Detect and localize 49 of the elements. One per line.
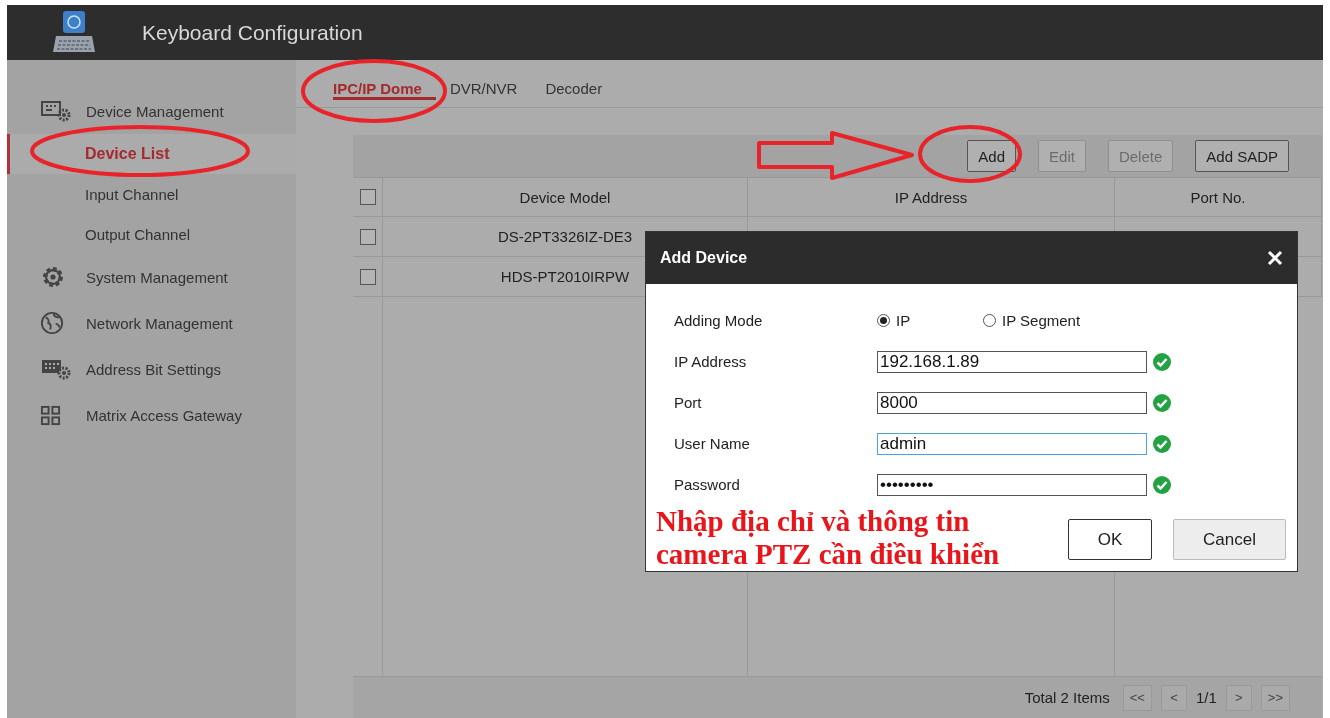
- table-cell: DS-2PT3326IZ-DE3: [497, 228, 633, 245]
- field-label: User Name: [674, 435, 751, 452]
- sidebar-item[interactable]: Matrix Access Gateway: [7, 392, 296, 438]
- radio-label: IP Segment: [1002, 312, 1081, 329]
- column-header: Device Model: [519, 188, 611, 206]
- sidebar-item[interactable]: Device Management: [7, 88, 296, 134]
- pager-button[interactable]: >>: [1260, 684, 1290, 711]
- radio-label: IP: [896, 312, 911, 329]
- table-cell: HDS-PT2010IRPW: [500, 268, 630, 285]
- total-count: Total 2 Items: [1024, 689, 1110, 706]
- pager-button[interactable]: <<: [1122, 684, 1152, 711]
- close-icon[interactable]: [1267, 250, 1283, 266]
- sidebar-item[interactable]: Address Bit Settings: [7, 346, 296, 392]
- toolbar-button[interactable]: Add SADP: [1195, 140, 1289, 172]
- checkbox[interactable]: [359, 228, 376, 245]
- pager-button[interactable]: <: [1160, 684, 1187, 711]
- checkbox[interactable]: [359, 268, 376, 285]
- input-field[interactable]: admin: [877, 432, 1147, 455]
- column-header: IP Address: [894, 188, 968, 206]
- sidebar-item[interactable]: Device List: [7, 134, 296, 174]
- field-label: Port: [674, 394, 703, 411]
- field-label: IP Address: [674, 353, 748, 370]
- tab[interactable]: IPC/IP Dome: [333, 75, 436, 100]
- input-field[interactable]: 8000: [877, 391, 1147, 414]
- tab[interactable]: Decoder: [545, 75, 617, 100]
- sidebar-item[interactable]: Network Management: [7, 300, 296, 346]
- pager-button[interactable]: >: [1225, 684, 1252, 711]
- field-label: Adding Mode: [674, 312, 764, 329]
- keypad-gear-icon: [40, 358, 72, 380]
- input-field[interactable]: •••••••••: [877, 473, 1147, 496]
- toolbar-button[interactable]: Add: [967, 140, 1017, 172]
- annotation-text: Nhập địa chỉ và thông tin camera PTZ cần điều khiển: [656, 505, 1000, 571]
- window-title: Keyboard Configuration: [142, 20, 363, 45]
- dialog-button[interactable]: Cancel: [1173, 519, 1286, 560]
- field-label: Password: [674, 476, 741, 493]
- sidebar-item[interactable]: Input Channel: [7, 174, 296, 214]
- input-field[interactable]: 192.168.1.89: [877, 350, 1147, 373]
- sidebar-item[interactable]: System Management: [7, 254, 296, 300]
- checkbox[interactable]: [359, 189, 376, 205]
- grid-icon: [40, 404, 61, 426]
- tab[interactable]: DVR/NVR: [449, 75, 532, 100]
- gear-icon: [40, 264, 66, 290]
- column-header: Port No.: [1190, 188, 1246, 206]
- page-indicator: 1/1: [1195, 689, 1217, 706]
- globe-icon: [40, 311, 64, 335]
- sidebar-item[interactable]: Output Channel: [7, 214, 296, 254]
- dialog-title: Add Device: [660, 249, 748, 267]
- dialog-button[interactable]: OK: [1068, 519, 1152, 560]
- device-gear-icon: [40, 100, 72, 122]
